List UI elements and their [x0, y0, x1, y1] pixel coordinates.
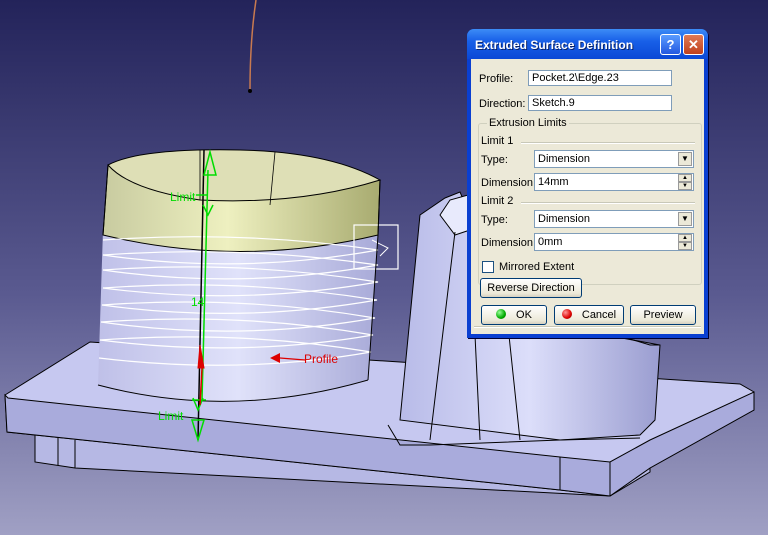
- direction-label: Direction:: [479, 98, 526, 110]
- dimension-label: 14: [191, 295, 205, 309]
- limit1-type-value: Dimension: [538, 153, 590, 165]
- reverse-direction-button[interactable]: Reverse Direction: [480, 278, 582, 298]
- mirrored-extent-label: Mirrored Extent: [499, 261, 575, 273]
- cylinder-body: [97, 149, 399, 402]
- extrusion-limits-title: Extrusion Limits: [487, 117, 569, 129]
- limit1-dimension-value: 14mm: [538, 176, 569, 188]
- ok-label: OK: [516, 309, 532, 321]
- limit-bottom-label: Limit: [158, 409, 184, 423]
- limit1-type-label: Type:: [481, 154, 508, 166]
- spin-down-icon[interactable]: ▼: [678, 242, 692, 250]
- limit2-dimension-value: 0mm: [538, 236, 563, 248]
- limit2-dimension-spinner[interactable]: 0mm ▲ ▼: [534, 233, 694, 251]
- dialog-title: Extruded Surface Definition: [475, 38, 634, 52]
- ok-icon: [496, 309, 507, 319]
- ok-button[interactable]: OK: [481, 305, 547, 325]
- profile-label: Profile:: [479, 73, 514, 85]
- limit2-type-label: Type:: [481, 214, 508, 226]
- chevron-down-icon[interactable]: ▼: [678, 212, 692, 226]
- preview-button[interactable]: Preview: [630, 305, 696, 325]
- dialog-client: Profile: Pocket.2\Edge.23 Direction: Ske…: [471, 59, 704, 334]
- limit1-title: Limit 1: [481, 135, 514, 147]
- extruded-surface-dialog: Extruded Surface Definition ? ✕ Profile:…: [467, 29, 708, 338]
- profile-label: Profile: [304, 352, 338, 366]
- limit2-separator: [521, 202, 695, 204]
- dialog-titlebar[interactable]: Extruded Surface Definition ? ✕: [467, 29, 708, 59]
- limit2-dimension-label: Dimension:: [481, 237, 537, 249]
- spin-down-icon[interactable]: ▼: [678, 182, 692, 190]
- bottom-separator: [474, 326, 701, 328]
- limit2-title: Limit 2: [481, 195, 514, 207]
- limit1-dimension-spinner[interactable]: 14mm ▲ ▼: [534, 173, 694, 191]
- help-icon[interactable]: ?: [660, 34, 681, 55]
- limit-top-label: Limit: [170, 190, 196, 204]
- spin-up-icon[interactable]: ▲: [678, 234, 692, 242]
- cancel-button[interactable]: Cancel: [554, 305, 624, 325]
- cancel-label: Cancel: [581, 309, 617, 321]
- limit1-separator: [521, 142, 695, 144]
- mirrored-extent-checkbox[interactable]: [482, 261, 494, 273]
- profile-field[interactable]: Pocket.2\Edge.23: [528, 70, 672, 86]
- spin-up-icon[interactable]: ▲: [678, 174, 692, 182]
- limit2-type-value: Dimension: [538, 213, 590, 225]
- cancel-icon: [561, 309, 572, 319]
- limit1-dimension-label: Dimension:: [481, 177, 537, 189]
- limit2-type-select[interactable]: Dimension ▼: [534, 210, 694, 228]
- direction-field[interactable]: Sketch.9: [528, 95, 672, 111]
- close-icon[interactable]: ✕: [683, 34, 704, 55]
- chevron-down-icon[interactable]: ▼: [678, 152, 692, 166]
- limit1-type-select[interactable]: Dimension ▼: [534, 150, 694, 168]
